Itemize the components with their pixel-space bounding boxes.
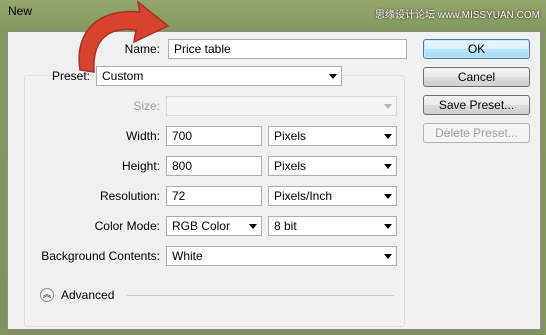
background-contents-label: Background Contents: (41, 249, 160, 263)
bit-depth-select[interactable]: 8 bit (268, 216, 397, 236)
chevron-down-icon (384, 104, 392, 109)
name-input[interactable]: Price table (168, 39, 407, 59)
resolution-unit-value: Pixels/Inch (274, 189, 333, 203)
chevron-down-icon (249, 224, 257, 229)
color-mode-value: RGB Color (172, 219, 231, 233)
bit-depth-value: 8 bit (274, 219, 297, 233)
chevron-down-icon (329, 74, 337, 79)
delete-preset-button: Delete Preset... (423, 123, 530, 143)
advanced-divider (127, 295, 394, 296)
width-unit-select[interactable]: Pixels (268, 126, 397, 146)
resolution-label: Resolution: (99, 189, 160, 203)
height-label: Height: (121, 159, 160, 173)
height-input[interactable]: 800 (166, 156, 262, 176)
height-unit-select[interactable]: Pixels (268, 156, 397, 176)
color-mode-select[interactable]: RGB Color (166, 216, 262, 236)
window-title: New (8, 4, 33, 18)
width-input[interactable]: 700 (166, 126, 262, 146)
resolution-input[interactable]: 72 (166, 186, 262, 206)
chevron-down-icon (384, 134, 392, 139)
curved-arrow-icon (78, 0, 170, 73)
background-contents-value: White (172, 249, 203, 263)
resolution-unit-select[interactable]: Pixels/Inch (268, 186, 397, 206)
width-unit-value: Pixels (274, 129, 307, 143)
chevron-down-icon (384, 224, 392, 229)
advanced-label: Advanced (61, 288, 115, 302)
chevron-down-icon (384, 194, 392, 199)
background-contents-select[interactable]: White (166, 246, 397, 266)
chevron-down-icon (384, 254, 392, 259)
ok-button[interactable]: OK (423, 39, 530, 59)
double-chevron-up-icon: ︽ (42, 289, 52, 299)
size-label: Size: (133, 99, 160, 113)
advanced-toggle-button[interactable]: ︽ (40, 288, 54, 302)
save-preset-button[interactable]: Save Preset... (423, 95, 530, 115)
size-select (166, 96, 397, 116)
chevron-down-icon (384, 164, 392, 169)
height-unit-value: Pixels (274, 159, 307, 173)
color-mode-label: Color Mode: (94, 219, 160, 233)
watermark: 思缘设计论坛 www.MISSYUAN.COM (374, 10, 540, 21)
cancel-button[interactable]: Cancel (423, 67, 530, 87)
width-label: Width: (125, 129, 160, 143)
